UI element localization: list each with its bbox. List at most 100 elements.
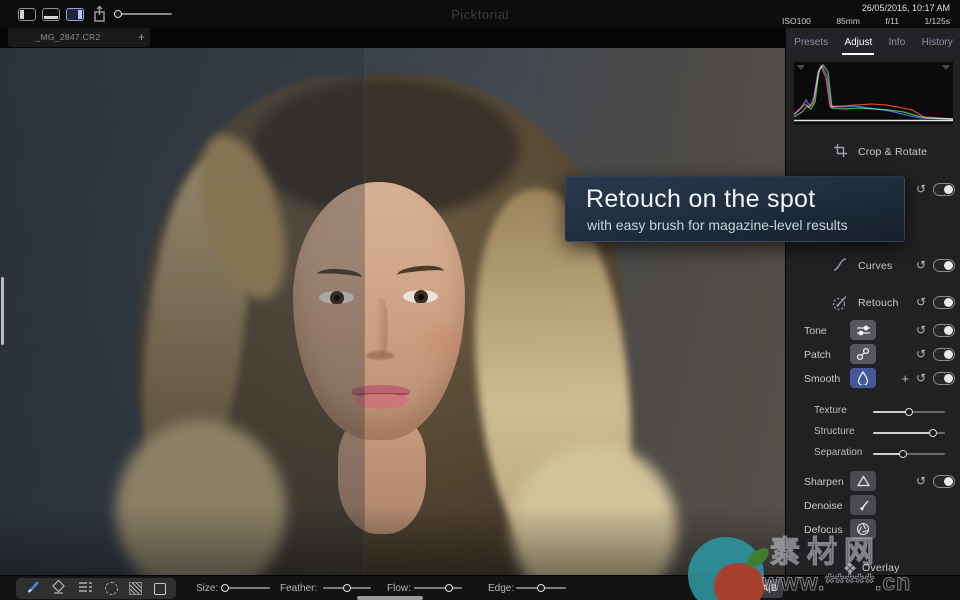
tool-label: Smooth xyxy=(804,373,841,385)
slider-label: Structure xyxy=(814,426,855,437)
tool-toggle[interactable] xyxy=(933,371,955,385)
panel-label: Crop & Rotate xyxy=(858,146,928,158)
detail-row-denoise: Denoise xyxy=(786,495,960,517)
edge-slider[interactable] xyxy=(516,584,566,592)
detail-row-defocus: Defocus xyxy=(786,519,960,541)
retouch-tool-row-smooth: Smooth + ↺ xyxy=(786,368,960,390)
slider-row-texture: Texture xyxy=(786,402,960,420)
tab-adjust[interactable]: Adjust xyxy=(842,30,875,55)
detail-row-sharpen: Sharpen ↺ xyxy=(786,471,960,493)
feather-label: Feather: xyxy=(280,583,318,594)
eraser-tool-icon[interactable] xyxy=(51,579,66,599)
defocus-tool-button[interactable] xyxy=(850,519,876,539)
tab-history[interactable]: History xyxy=(920,30,955,55)
sidebar-tabs: Presets Adjust Info History xyxy=(786,28,960,56)
retouch-tooltip: Retouch on the spot with easy brush for … xyxy=(565,176,905,242)
patch-tool-button[interactable] xyxy=(850,344,876,364)
flow-label: Flow: xyxy=(387,583,411,594)
edge-label: Edge: xyxy=(488,583,515,594)
brush-tool-group xyxy=(16,578,176,599)
structure-slider[interactable] xyxy=(873,429,945,437)
curves-icon xyxy=(830,257,850,275)
brush-tool-icon[interactable] xyxy=(26,579,40,598)
tool-label: Sharpen xyxy=(804,476,844,488)
tool-toggle[interactable] xyxy=(933,323,955,337)
tool-label: Denoise xyxy=(804,500,843,512)
denoise-tool-button[interactable] xyxy=(850,495,876,515)
photo-canvas[interactable] xyxy=(0,48,785,575)
slider-label: Separation xyxy=(814,447,863,458)
panel-row-curves[interactable]: Curves ↺ xyxy=(786,254,960,278)
reset-icon[interactable]: ↺ xyxy=(916,258,926,272)
reset-icon[interactable]: ↺ xyxy=(916,323,926,337)
reset-icon[interactable]: ↺ xyxy=(916,295,926,309)
tone-tool-button[interactable] xyxy=(850,320,876,340)
exif-iso: ISO100 xyxy=(782,16,811,26)
panel-row-crop-rotate[interactable]: Crop & Rotate xyxy=(786,140,960,164)
title-bar: Picktorial 26/05/2016, 10:17 AM ISO100 8… xyxy=(0,0,960,28)
add-brush-icon[interactable]: + xyxy=(901,371,909,386)
flow-slider[interactable] xyxy=(414,584,462,592)
retouch-tool-row-tone: Tone ↺ xyxy=(786,320,960,342)
portrait-eye-right xyxy=(403,290,438,303)
reset-icon[interactable]: ↺ xyxy=(916,474,926,488)
brush-toolbar: Size: Feather: Flow: Edge: A|B xyxy=(0,575,960,600)
file-name: _MG_2847.CR2 xyxy=(35,32,101,42)
exif-info: ISO100 85mm f/11 1/125s xyxy=(782,16,950,26)
window-drag-handle xyxy=(357,596,423,600)
adjust-sidebar: Presets Adjust Info History Crop & Rotat… xyxy=(785,28,960,600)
before-after-split-overlay xyxy=(0,48,365,575)
separation-slider[interactable] xyxy=(873,450,945,458)
left-scrollbar[interactable] xyxy=(1,277,4,345)
panel-toggle[interactable] xyxy=(933,295,955,309)
marquee-icon[interactable] xyxy=(154,582,167,595)
reset-icon[interactable]: ↺ xyxy=(916,347,926,361)
selection-circle-icon[interactable] xyxy=(104,582,118,595)
reset-icon[interactable]: ↺ xyxy=(916,371,926,385)
slider-row-structure: Structure xyxy=(786,423,960,441)
texture-slider[interactable] xyxy=(873,408,945,416)
tab-info[interactable]: Info xyxy=(887,30,908,55)
retouch-tool-row-patch: Patch ↺ xyxy=(786,344,960,366)
exif-shutter: 1/125s xyxy=(924,16,950,26)
panel-toggle[interactable] xyxy=(933,258,955,272)
smooth-tool-button[interactable] xyxy=(850,368,876,388)
tool-label: Patch xyxy=(804,349,831,361)
capture-datetime: 26/05/2016, 10:17 AM xyxy=(861,3,950,13)
tool-label: Tone xyxy=(804,325,827,337)
ab-compare-button[interactable]: A|B xyxy=(756,579,783,598)
panel-toggle[interactable] xyxy=(933,182,955,196)
picktorial-window: Picktorial 26/05/2016, 10:17 AM ISO100 8… xyxy=(0,0,960,600)
reset-icon[interactable]: ↺ xyxy=(916,182,926,196)
retouch-brush-icon xyxy=(830,294,850,312)
slider-row-separation: Separation xyxy=(786,444,960,462)
tool-toggle[interactable] xyxy=(933,474,955,488)
tool-label: Defocus xyxy=(804,524,843,536)
tool-toggle[interactable] xyxy=(933,347,955,361)
slider-label: Texture xyxy=(814,405,847,416)
tab-presets[interactable]: Presets xyxy=(792,30,830,55)
before-after-split-line xyxy=(364,48,365,575)
exif-aperture: f/11 xyxy=(885,16,899,26)
file-tab[interactable]: _MG_2847.CR2 + xyxy=(8,28,150,47)
sharpen-tool-button[interactable] xyxy=(850,471,876,491)
add-file-button[interactable]: + xyxy=(138,30,145,44)
crop-icon xyxy=(830,143,850,161)
highlight-clipping-indicator[interactable] xyxy=(942,65,950,70)
panel-label: Overlay xyxy=(862,562,900,574)
filmstrip-bar: _MG_2847.CR2 + xyxy=(0,28,785,48)
size-label: Size: xyxy=(196,583,219,594)
feather-slider[interactable] xyxy=(323,584,371,592)
panel-label: Retouch xyxy=(858,297,899,309)
show-original-button[interactable] xyxy=(728,579,751,598)
tooltip-title: Retouch on the spot xyxy=(586,185,816,213)
size-slider[interactable] xyxy=(220,584,270,592)
mask-pattern-icon[interactable] xyxy=(129,582,143,595)
exif-focal-length: 85mm xyxy=(836,16,860,26)
strokes-list-icon[interactable] xyxy=(78,580,93,598)
tooltip-subtitle: with easy brush for magazine-level resul… xyxy=(587,217,848,233)
histogram xyxy=(793,62,954,124)
panel-label: Curves xyxy=(858,260,893,272)
panel-row-retouch[interactable]: Retouch ↺ xyxy=(786,291,960,315)
shadow-clipping-indicator[interactable] xyxy=(797,65,805,70)
